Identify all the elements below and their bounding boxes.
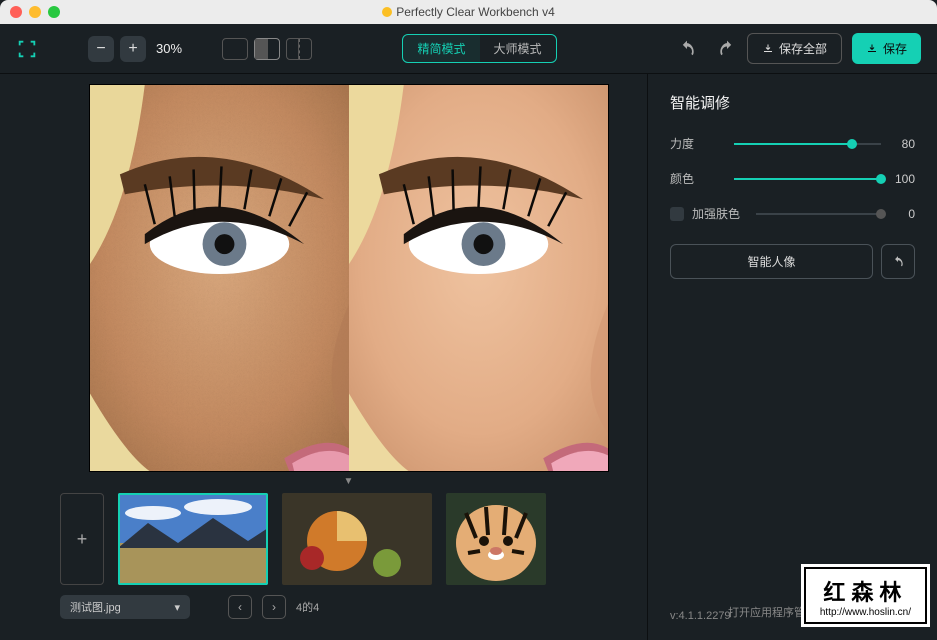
boost-skin-slider[interactable] xyxy=(756,207,881,221)
prev-image-button[interactable]: ‹ xyxy=(228,595,252,619)
zoom-out-button[interactable]: − xyxy=(88,36,114,62)
bottom-bar: 测试图.jpg ▾ ‹ › 4的4 xyxy=(60,595,600,619)
filmstrip: + xyxy=(60,493,546,585)
tab-master-mode[interactable]: 大师模式 xyxy=(480,35,556,62)
preview-before xyxy=(90,85,349,471)
save-all-label: 保存全部 xyxy=(779,40,827,57)
toolbar: − + 30% 精简模式 大师模式 保存全部 保存 xyxy=(0,24,937,74)
reset-button[interactable] xyxy=(881,244,915,279)
filename-label: 测试图.jpg xyxy=(70,599,121,615)
maximize-window-button[interactable] xyxy=(48,6,60,18)
view-split-button[interactable] xyxy=(254,38,280,60)
strength-slider[interactable] xyxy=(734,137,881,151)
zoom-percentage: 30% xyxy=(156,41,182,56)
thumbnail-3[interactable] xyxy=(446,493,546,585)
mac-titlebar: Perfectly Clear Workbench v4 xyxy=(0,0,937,24)
save-button[interactable]: 保存 xyxy=(852,33,921,64)
watermark: 红森林 http://www.hoslin.cn/ xyxy=(804,567,927,624)
smart-portrait-button[interactable]: 智能人像 xyxy=(670,244,873,279)
download-icon xyxy=(866,43,878,55)
split-handle-icon[interactable]: ▼ xyxy=(344,476,354,487)
file-dropdown[interactable]: 测试图.jpg ▾ xyxy=(60,595,190,619)
minimize-window-button[interactable] xyxy=(29,6,41,18)
image-counter: 4的4 xyxy=(296,599,319,615)
redo-button[interactable] xyxy=(717,39,737,59)
save-all-button[interactable]: 保存全部 xyxy=(747,33,842,64)
preview-after xyxy=(349,85,608,471)
color-value: 100 xyxy=(889,172,915,186)
add-image-button[interactable]: + xyxy=(60,493,104,585)
adjustments-panel: 智能调修 力度 80 颜色 100 加强肤色 xyxy=(647,74,937,640)
chevron-down-icon: ▾ xyxy=(174,601,180,614)
color-slider[interactable] xyxy=(734,172,881,186)
next-image-button[interactable]: › xyxy=(262,595,286,619)
download-icon xyxy=(762,43,774,55)
thumbnail-1[interactable] xyxy=(118,493,268,585)
tab-simple-mode[interactable]: 精简模式 xyxy=(403,35,479,62)
view-overlay-button[interactable] xyxy=(286,38,312,60)
mode-tabs: 精简模式 大师模式 xyxy=(402,34,556,63)
zoom-in-button[interactable]: + xyxy=(120,36,146,62)
app-icon xyxy=(382,7,392,17)
app-logo xyxy=(16,38,38,60)
color-label: 颜色 xyxy=(670,170,726,187)
thumbnail-2[interactable] xyxy=(282,493,432,585)
boost-skin-value: 0 xyxy=(889,207,915,221)
panel-title: 智能调修 xyxy=(670,92,915,113)
strength-label: 力度 xyxy=(670,135,726,152)
boost-skin-label: 加强肤色 xyxy=(692,205,748,222)
close-window-button[interactable] xyxy=(10,6,22,18)
undo-icon xyxy=(891,255,905,269)
window-title: Perfectly Clear Workbench v4 xyxy=(396,5,555,19)
watermark-text: 红森林 xyxy=(820,575,911,607)
watermark-url: http://www.hoslin.cn/ xyxy=(820,607,911,618)
save-label: 保存 xyxy=(883,40,907,57)
view-single-button[interactable] xyxy=(222,38,248,60)
zoom-controls: − + 30% xyxy=(88,36,182,62)
undo-button[interactable] xyxy=(677,39,697,59)
boost-skin-checkbox[interactable] xyxy=(670,207,684,221)
preview-canvas[interactable] xyxy=(89,84,609,472)
strength-value: 80 xyxy=(889,137,915,151)
version-label: v:4.1.1.2279 xyxy=(670,610,731,622)
